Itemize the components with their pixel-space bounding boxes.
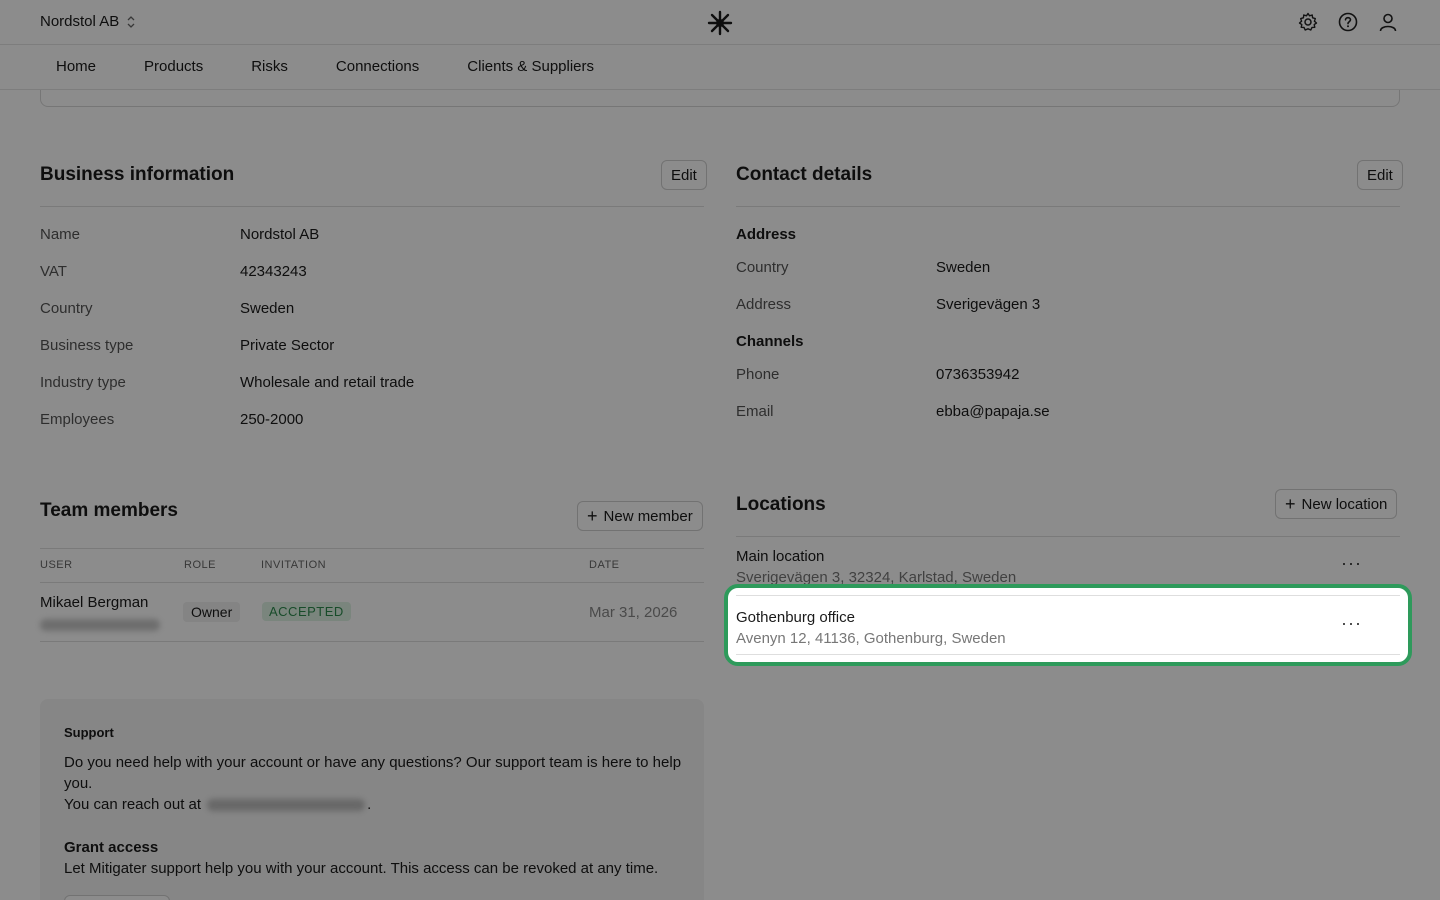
org-name: Nordstol AB	[40, 13, 120, 30]
divider	[736, 536, 1400, 537]
contact-phone-value: 0736353942	[936, 366, 1020, 383]
new-location-label: New location	[1301, 495, 1388, 513]
brand-logo-icon[interactable]	[706, 9, 734, 37]
support-panel: Support Do you need help with your accou…	[40, 699, 704, 900]
location-name: Gothenburg office	[736, 609, 855, 626]
business-row-value: Private Sector	[240, 337, 335, 354]
channels-heading: Channels	[736, 333, 804, 350]
contact-phone-label: Phone	[736, 366, 780, 383]
tab-risks[interactable]: Risks	[227, 45, 312, 89]
grant-access-text: Let Mitigater support help you with your…	[64, 860, 659, 877]
grant-access-title: Grant access	[64, 839, 159, 856]
new-member-button[interactable]: + New member	[577, 501, 703, 531]
grant-access-button[interactable]	[64, 895, 170, 900]
contact-email-label: Email	[736, 403, 774, 420]
divider	[40, 582, 704, 583]
divider	[40, 206, 704, 207]
column-header-date: DATE	[589, 559, 620, 571]
tab-products[interactable]: Products	[120, 45, 227, 89]
support-text: Do you need help with your account or ha…	[64, 754, 682, 792]
divider	[40, 641, 704, 642]
divider	[736, 206, 1400, 207]
member-name: Mikael Bergman	[40, 594, 149, 611]
contact-email-value: ebba@papaja.se	[936, 403, 1050, 420]
tab-home[interactable]: Home	[32, 45, 120, 89]
business-row-value: 42343243	[240, 263, 307, 280]
plus-icon: +	[587, 506, 598, 526]
business-row-value: 250-2000	[240, 411, 304, 428]
divider	[40, 548, 704, 549]
more-options-icon[interactable]: ···	[1341, 614, 1362, 632]
highlighted-location-row[interactable]: Gothenburg office Avenyn 12, 41136, Goth…	[724, 584, 1412, 666]
user-icon[interactable]	[1376, 10, 1400, 34]
main-nav: Home Products Risks Connections Clients …	[0, 45, 1440, 90]
more-options-icon[interactable]: ···	[1341, 554, 1362, 572]
business-edit-button[interactable]: Edit	[661, 160, 707, 190]
column-header-invitation: INVITATION	[261, 559, 327, 571]
support-email-redacted[interactable]	[207, 798, 366, 811]
support-reach-prefix: You can reach out at	[64, 796, 202, 813]
new-member-label: New member	[603, 507, 693, 525]
help-icon[interactable]	[1336, 10, 1360, 34]
new-location-button[interactable]: + New location	[1275, 489, 1398, 519]
contact-details-title: Contact details	[736, 164, 873, 185]
support-reach-line: You can reach out at .	[64, 794, 371, 815]
status-badge: ACCEPTED	[262, 602, 351, 621]
contact-edit-button[interactable]: Edit	[1357, 160, 1403, 190]
settings-gear-icon[interactable]	[1296, 10, 1320, 34]
contact-country-value: Sweden	[936, 259, 991, 276]
tab-clients-suppliers[interactable]: Clients & Suppliers	[443, 45, 618, 89]
business-row-label: Industry type	[40, 374, 126, 391]
business-row-label: Country	[40, 300, 93, 317]
divider	[736, 595, 1400, 596]
divider	[736, 654, 1400, 655]
business-row-value: Wholesale and retail trade	[240, 374, 415, 391]
column-header-role: ROLE	[184, 559, 216, 571]
tab-connections[interactable]: Connections	[312, 45, 443, 89]
business-row-label: Name	[40, 226, 81, 243]
business-row-label: Business type	[40, 337, 134, 354]
address-heading: Address	[736, 226, 797, 243]
chevron-updown-icon	[127, 15, 135, 28]
contact-country-label: Country	[736, 259, 789, 276]
business-row-label: Employees	[40, 411, 115, 428]
business-info-title: Business information	[40, 164, 235, 185]
contact-address-value: Sverigevägen 3	[936, 296, 1041, 313]
team-members-title: Team members	[40, 500, 178, 521]
location-address: Avenyn 12, 41136, Gothenburg, Sweden	[736, 630, 1006, 647]
member-email-redacted	[40, 619, 160, 631]
location-name: Main location	[736, 548, 825, 565]
plus-icon: +	[1285, 494, 1296, 514]
support-title: Support	[64, 725, 114, 740]
column-header-user: USER	[40, 559, 73, 571]
org-switcher[interactable]: Nordstol AB	[40, 13, 135, 30]
locations-title: Locations	[736, 494, 826, 515]
member-date: Mar 31, 2026	[589, 604, 678, 621]
business-row-value: Sweden	[240, 300, 295, 317]
business-row-label: VAT	[40, 263, 67, 280]
role-badge: Owner	[183, 602, 241, 622]
support-reach-suffix: .	[367, 796, 372, 813]
top-bar: Nordstol AB	[0, 0, 1440, 45]
contact-address-label: Address	[736, 296, 792, 313]
business-row-value: Nordstol AB	[240, 226, 320, 243]
